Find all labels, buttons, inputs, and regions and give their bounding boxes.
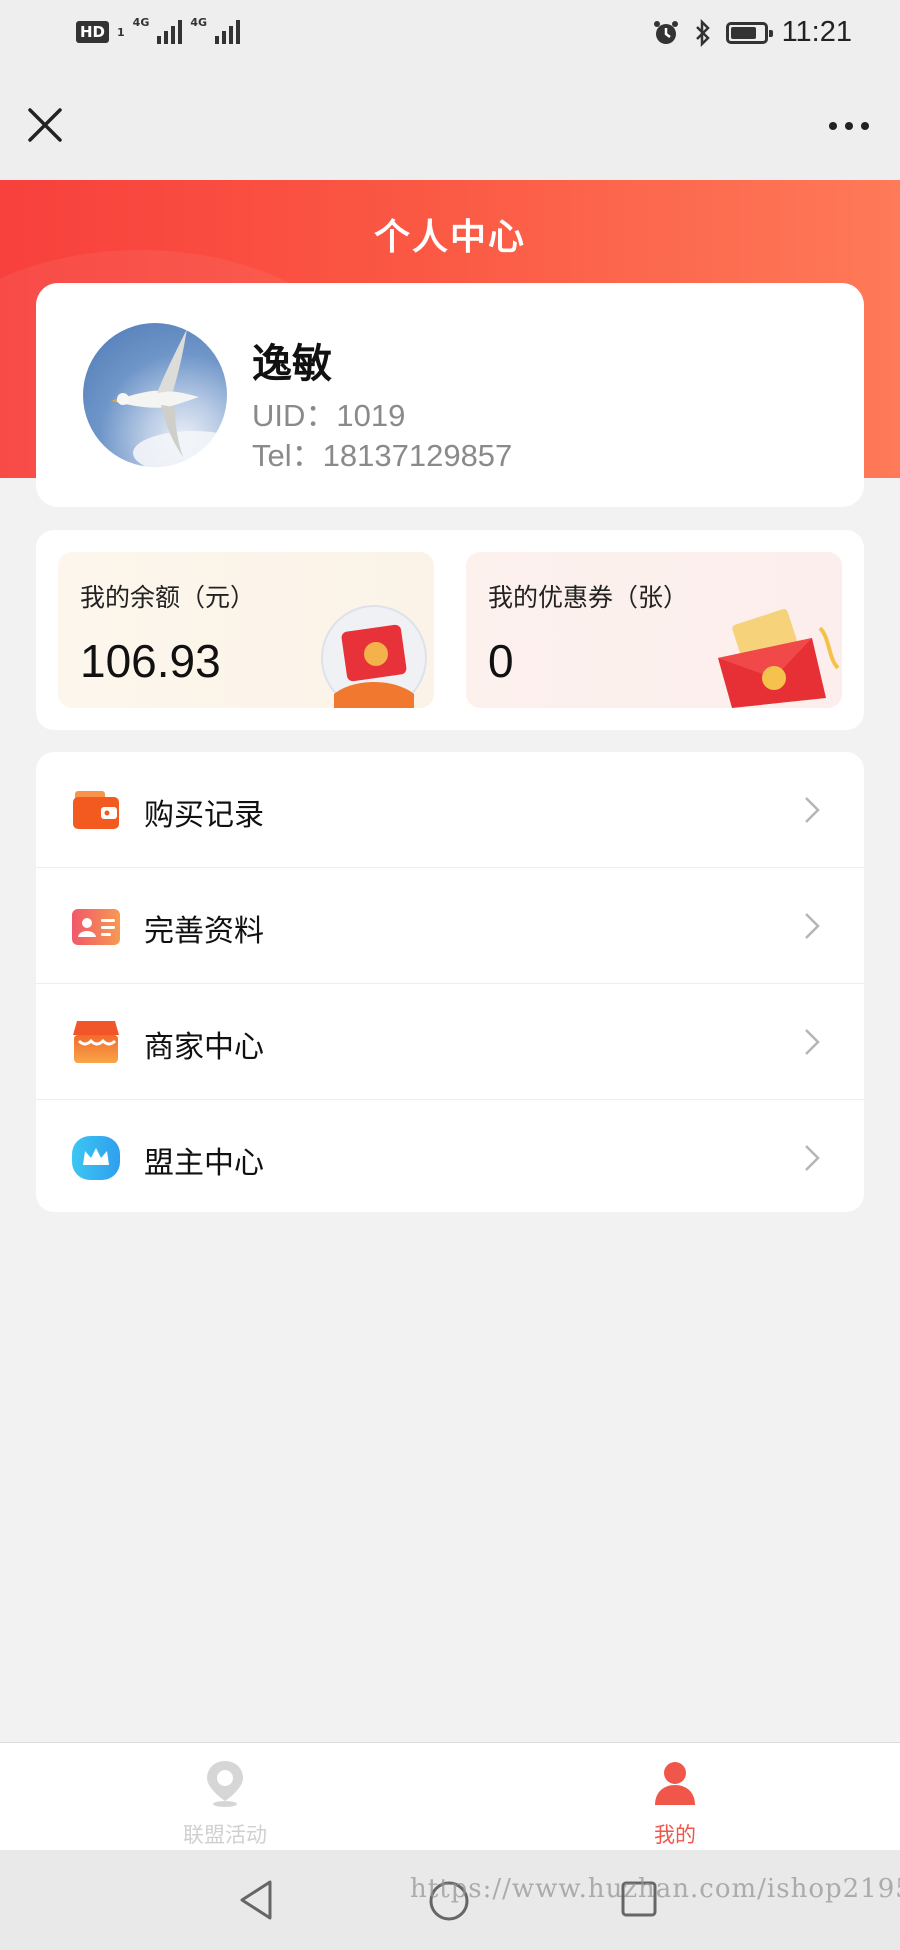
menu-item-leader-center[interactable]: 盟主中心 xyxy=(36,1100,864,1212)
coupon-label: 我的优惠券（张） xyxy=(488,583,689,612)
close-icon xyxy=(28,108,62,142)
uid-line: UID：1019 xyxy=(252,390,405,435)
profile-card: 逸敏 UID：1019 Tel：18137129857 xyxy=(36,283,864,507)
coupon-box[interactable]: 我的优惠券（张） 0 xyxy=(466,552,842,708)
battery-icon xyxy=(725,21,773,44)
tel-line: Tel：18137129857 xyxy=(252,430,512,475)
uid-label: UID： xyxy=(252,398,337,433)
coupon-value: 0 xyxy=(488,635,514,687)
signal-icon xyxy=(215,20,241,44)
wallet-card: 我的余额（元） 106.93 我的优惠券（张） 0 xyxy=(36,530,864,730)
menu-label: 盟主中心 xyxy=(144,1146,264,1181)
sim-indicator: 1 xyxy=(117,25,125,39)
page-title: 个人中心 xyxy=(373,217,526,258)
menu-label: 商家中心 xyxy=(144,1030,264,1065)
tab-alliance-activities[interactable]: 联盟活动 xyxy=(0,1743,450,1851)
tel-label: Tel： xyxy=(252,438,323,473)
menu-label: 完善资料 xyxy=(144,914,264,949)
red-packet-coupon-icon xyxy=(718,609,840,708)
status-bar: HD 1 4G 4G 11:21 xyxy=(0,0,900,72)
network-type-1: 4G xyxy=(132,15,150,29)
tab-label: 联盟活动 xyxy=(183,1823,267,1847)
chevron-right-icon xyxy=(805,1029,820,1055)
menu-label: 购买记录 xyxy=(144,798,264,833)
tel-value: 18137129857 xyxy=(322,438,513,473)
avatar[interactable] xyxy=(83,323,227,467)
nav-bar xyxy=(0,72,900,180)
tab-label: 我的 xyxy=(654,1823,696,1847)
chevron-right-icon xyxy=(805,913,820,939)
alarm-icon xyxy=(653,20,678,44)
back-triangle-icon[interactable] xyxy=(236,1878,276,1922)
more-dot-icon xyxy=(829,122,837,130)
balance-label: 我的余额（元） xyxy=(80,583,256,612)
shop-icon xyxy=(73,1021,119,1063)
hd-badge: HD xyxy=(76,21,110,43)
more-dot-icon xyxy=(845,122,853,130)
more-button[interactable] xyxy=(824,106,874,146)
tab-bar: 联盟活动 我的 xyxy=(0,1742,900,1851)
menu-item-purchase-records[interactable]: 购买记录 xyxy=(36,752,864,868)
user-icon xyxy=(655,1762,695,1805)
signal-icon xyxy=(157,20,183,44)
id-card-icon xyxy=(72,909,120,945)
uid-value: 1019 xyxy=(336,398,406,433)
status-time: 11:21 xyxy=(781,16,852,48)
menu-item-complete-profile[interactable]: 完善资料 xyxy=(36,868,864,984)
status-left: HD 1 4G 4G xyxy=(76,16,241,44)
tab-mine[interactable]: 我的 xyxy=(450,1743,900,1851)
username: 逸敏 xyxy=(252,341,332,387)
chevron-right-icon xyxy=(805,1145,820,1171)
balance-box[interactable]: 我的余额（元） 106.93 xyxy=(58,552,434,708)
menu-item-merchant-center[interactable]: 商家中心 xyxy=(36,984,864,1100)
wallet-icon xyxy=(73,791,119,829)
menu-card: 购买记录 完善资料 商家中心 盟主中心 xyxy=(36,752,864,1212)
balance-value: 106.93 xyxy=(80,635,221,687)
seagull-avatar-icon xyxy=(111,329,227,467)
status-right: 11:21 xyxy=(652,16,852,49)
close-button[interactable] xyxy=(22,102,68,148)
location-pin-icon xyxy=(207,1761,243,1807)
more-dot-icon xyxy=(861,122,869,130)
watermark: https://www.huzhan.com/ishop21956 xyxy=(410,1874,900,1904)
bluetooth-icon xyxy=(695,18,710,47)
crown-icon xyxy=(72,1136,120,1180)
chevron-right-icon xyxy=(805,797,820,823)
red-envelope-globe-icon xyxy=(321,605,427,708)
network-type-2: 4G xyxy=(190,15,208,29)
